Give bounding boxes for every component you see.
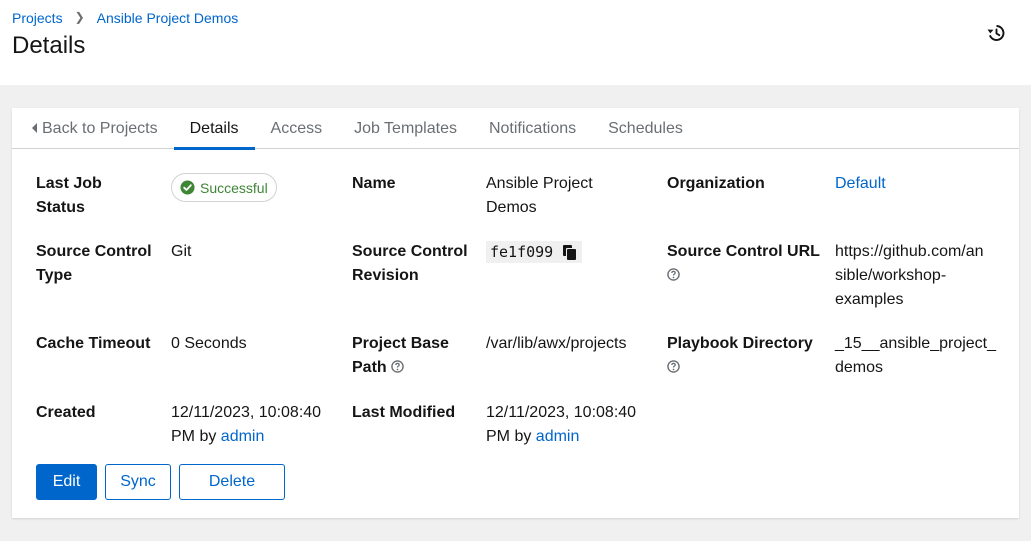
scm-revision-label-line2: Revision: [352, 267, 419, 284]
name-label: Name: [352, 175, 396, 192]
tab-back-label: Back to Projects: [42, 120, 158, 137]
delete-button[interactable]: Delete: [179, 464, 285, 500]
base-path-label-line2-wrap: Path: [352, 356, 449, 380]
breadcrumb-projects-link[interactable]: Projects: [12, 10, 63, 26]
playbook-dir-label: Playbook Directory: [667, 332, 813, 380]
tab-details[interactable]: Details: [173, 108, 255, 150]
page-header: Projects ❯ Ansible Project Demos Details: [0, 0, 1031, 85]
last-modified-value-line2: PM by admin: [486, 425, 636, 449]
name-value: Ansible Project Demos: [486, 172, 593, 220]
scm-type-label-line1: Source Control: [36, 243, 152, 260]
help-icon[interactable]: [667, 360, 680, 374]
playbook-dir-value: _15__ansible_project_ demos: [835, 332, 996, 380]
modified-by-user-link[interactable]: admin: [536, 428, 580, 445]
name-value-line1: Ansible Project: [486, 175, 593, 192]
caret-left-icon: [32, 123, 37, 133]
last-modified-label: Last Modified: [352, 404, 456, 421]
copy-icon[interactable]: [563, 244, 577, 260]
tab-access[interactable]: Access: [255, 108, 339, 149]
created-value-line1: 12/11/2023, 10:08:40: [171, 404, 322, 421]
organization-label: Organization: [667, 175, 765, 192]
sync-button[interactable]: Sync: [105, 464, 171, 500]
base-path-label: Project Base Path: [352, 332, 449, 380]
tab-notifications[interactable]: Notifications: [473, 108, 592, 149]
scm-type-label-line2: Type: [36, 267, 73, 284]
tab-schedules[interactable]: Schedules: [592, 108, 699, 149]
last-job-status-label-line1: Last Job: [36, 175, 102, 192]
playbook-dir-value-line2: demos: [835, 359, 884, 376]
scm-revision-label-line1: Source Control: [352, 243, 468, 260]
playbook-dir-label-text: Playbook Directory: [667, 335, 813, 352]
tab-job-templates[interactable]: Job Templates: [338, 108, 473, 149]
base-path-label-line2: Path: [352, 359, 387, 376]
scm-revision-label: Source Control Revision: [352, 240, 468, 288]
scm-url-label: Source Control URL: [667, 240, 820, 288]
modified-by-text: PM by: [486, 428, 532, 445]
check-circle-icon: [180, 180, 195, 195]
scm-type-label: Source Control Type: [36, 240, 152, 288]
scm-url-value-line3: examples: [835, 291, 904, 308]
details-card: Back to Projects Details Access Job Temp…: [12, 108, 1019, 518]
page-title: Details: [12, 32, 86, 59]
last-job-status-label: Last Job Status: [36, 172, 102, 220]
scm-url-value: https://github.com/an sible/workshop- ex…: [835, 240, 984, 312]
tab-back-to-projects[interactable]: Back to Projects: [12, 108, 174, 149]
organization-link[interactable]: Default: [835, 172, 886, 196]
created-by-user-link[interactable]: admin: [221, 428, 265, 445]
help-icon[interactable]: [667, 268, 680, 282]
status-badge[interactable]: Successful: [171, 173, 277, 202]
history-icon[interactable]: [987, 24, 1005, 42]
edit-button[interactable]: Edit: [36, 464, 97, 500]
last-job-status-label-line2: Status: [36, 199, 85, 216]
created-value: 12/11/2023, 10:08:40 PM by admin: [171, 401, 321, 449]
scm-url-value-line1: https://github.com/an: [835, 243, 984, 260]
scm-type-value: Git: [171, 243, 192, 260]
last-modified-value: 12/11/2023, 10:08:40 PM by admin: [486, 401, 636, 449]
scm-revision-text: fe1f099: [490, 243, 554, 261]
scm-url-value-line2: sible/workshop-: [835, 267, 947, 284]
created-value-line2: PM by admin: [171, 425, 321, 449]
help-icon[interactable]: [391, 360, 404, 374]
chevron-right-icon: ❯: [74, 10, 85, 24]
tab-bar: Back to Projects Details Access Job Temp…: [12, 108, 1019, 150]
scm-revision-value: fe1f099: [486, 241, 583, 263]
last-modified-value-line1: 12/11/2023, 10:08:40: [486, 404, 637, 421]
cache-timeout-label: Cache Timeout: [36, 335, 151, 352]
base-path-value: /var/lib/awx/projects: [486, 335, 627, 352]
name-value-line2: Demos: [486, 199, 537, 216]
scm-url-label-text: Source Control URL: [667, 243, 820, 260]
playbook-dir-value-line1: _15__ansible_project_: [835, 335, 997, 352]
created-by-text: PM by: [171, 428, 217, 445]
status-badge-text: Successful: [200, 179, 268, 196]
breadcrumb-current-link[interactable]: Ansible Project Demos: [97, 10, 239, 26]
breadcrumb: Projects ❯ Ansible Project Demos: [12, 10, 238, 26]
created-label: Created: [36, 404, 96, 421]
playbook-dir-help-wrapper: [667, 356, 813, 380]
base-path-label-line1: Project Base: [352, 335, 449, 352]
scm-url-help-wrapper: [667, 264, 820, 288]
cache-timeout-value: 0 Seconds: [171, 335, 247, 352]
